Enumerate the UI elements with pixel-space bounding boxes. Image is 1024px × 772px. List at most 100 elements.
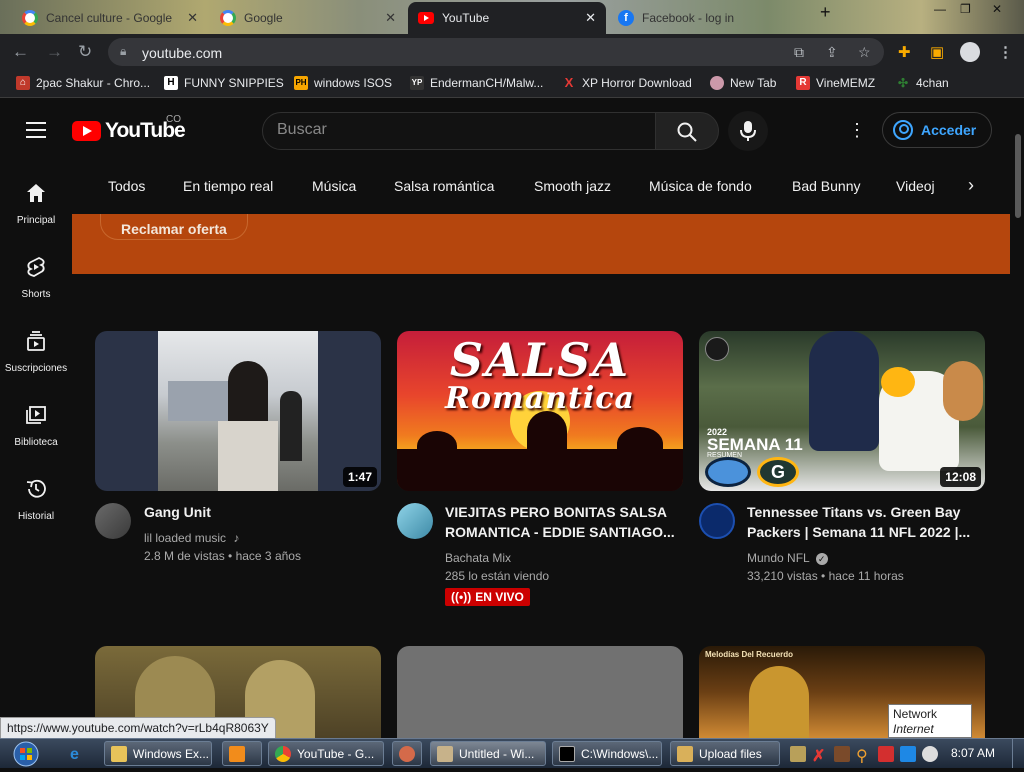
chip-salsa-romantica[interactable]: Salsa romántica bbox=[394, 178, 494, 194]
video-thumbnail-row2-2[interactable] bbox=[397, 646, 683, 738]
address-bar[interactable]: 🔒︎ youtube.com ⧉ ⇪ ☆ bbox=[108, 38, 884, 66]
chip-musica[interactable]: Música bbox=[312, 178, 356, 194]
restore-icon[interactable]: ❐ bbox=[960, 2, 971, 16]
minimize-icon[interactable]: — bbox=[934, 2, 946, 16]
bookmark-vinememz[interactable]: R VineMEMZ bbox=[796, 76, 875, 90]
open-in-new-icon[interactable]: ⧉ bbox=[794, 44, 804, 61]
video-thumbnail-gang-unit[interactable]: 1:47 bbox=[95, 331, 381, 491]
taskbar-media-player[interactable] bbox=[222, 741, 262, 766]
chip-videojuegos[interactable]: Videoj bbox=[896, 178, 935, 194]
volume-icon[interactable] bbox=[922, 745, 938, 762]
channel-name[interactable]: Bachata Mix bbox=[445, 549, 511, 567]
chrome-menu-icon[interactable]: ⋮ bbox=[998, 43, 1013, 61]
channel-avatar[interactable] bbox=[397, 503, 433, 539]
video-thumbnail-salsa-romantica[interactable]: SALSA Romantica bbox=[397, 331, 683, 491]
chip-bad-bunny[interactable]: Bad Bunny bbox=[792, 178, 861, 194]
chip-todos[interactable]: Todos bbox=[108, 178, 145, 194]
extensions-icon[interactable]: ✚ bbox=[898, 43, 911, 61]
bookmark-label: XP Horror Download bbox=[582, 76, 692, 90]
channel-avatar[interactable] bbox=[699, 503, 735, 539]
scrollbar-thumb[interactable] bbox=[1015, 134, 1021, 218]
share-icon[interactable]: ⇪ bbox=[826, 44, 838, 61]
taskbar-paint[interactable] bbox=[392, 741, 422, 766]
globe-icon bbox=[710, 76, 724, 90]
tray-app-icon[interactable] bbox=[790, 745, 806, 762]
guide-menu-icon[interactable] bbox=[26, 122, 46, 138]
tab-label: Facebook - log in bbox=[642, 11, 735, 25]
bookmark-star-icon[interactable]: ☆ bbox=[858, 44, 871, 61]
search-box[interactable] bbox=[262, 112, 656, 150]
reload-icon[interactable]: ↻ bbox=[78, 42, 92, 62]
back-arrow-icon[interactable]: ← bbox=[12, 42, 29, 62]
taskbar-cmd[interactable]: C:\Windows\... bbox=[552, 741, 662, 766]
channel-name-row: lil loaded music ♪ bbox=[144, 529, 239, 547]
guide-label: Shorts bbox=[21, 289, 51, 300]
search-button[interactable] bbox=[655, 112, 719, 150]
tab-cancel-culture[interactable]: Cancel culture - Google ✕ bbox=[12, 2, 208, 34]
guide-item-principal[interactable]: Principal bbox=[0, 172, 72, 242]
network-icon[interactable] bbox=[900, 745, 916, 762]
chip-musica-de-fondo[interactable]: Música de fondo bbox=[649, 178, 752, 194]
taskbar-ie[interactable]: e bbox=[64, 741, 98, 766]
settings-kebab-icon[interactable]: ⋮ bbox=[848, 120, 866, 141]
chip-smooth-jazz[interactable]: Smooth jazz bbox=[534, 178, 611, 194]
start-button[interactable] bbox=[8, 741, 44, 767]
taskbar-upload-files[interactable]: Upload files bbox=[670, 741, 780, 766]
browser-toolbar: ← → ↻ 🔒︎ youtube.com ⧉ ⇪ ☆ ✚ ▣ ⋮ bbox=[0, 34, 1024, 70]
video-stats: 33,210 vistas • hace 11 horas bbox=[747, 569, 904, 583]
paint-icon bbox=[399, 745, 415, 762]
video-title[interactable]: VIEJITAS PERO BONITAS SALSA ROMANTICA - … bbox=[445, 502, 677, 542]
tray-search-icon[interactable]: ⚲ bbox=[856, 746, 872, 765]
bookmark-endermanch[interactable]: YP EndermanCH/Malw... bbox=[410, 76, 543, 90]
bookmark-4chan[interactable]: ✣ 4chan bbox=[896, 76, 949, 90]
channel-name[interactable]: Mundo NFL bbox=[747, 551, 809, 565]
close-icon[interactable]: ✕ bbox=[385, 10, 396, 26]
video-title[interactable]: Tennessee Titans vs. Green Bay Packers |… bbox=[747, 502, 979, 542]
page-scrollbar[interactable] bbox=[1012, 98, 1024, 738]
close-icon[interactable]: ✕ bbox=[585, 10, 596, 26]
address-text[interactable]: youtube.com bbox=[142, 45, 222, 61]
home-icon bbox=[27, 184, 45, 202]
channel-name[interactable]: lil loaded music bbox=[144, 531, 226, 545]
profile-avatar-icon[interactable] bbox=[960, 42, 980, 62]
voice-search-button[interactable] bbox=[728, 111, 768, 151]
chip-en-tiempo-real[interactable]: En tiempo real bbox=[183, 178, 273, 194]
taskbar-paint-untitled[interactable]: Untitled - Wi... bbox=[430, 741, 546, 766]
guide-item-historial[interactable]: Historial bbox=[0, 468, 72, 538]
live-label: EN VIVO bbox=[475, 590, 524, 604]
lock-icon[interactable]: 🔒︎ bbox=[120, 44, 126, 59]
chevron-right-icon[interactable]: › bbox=[968, 175, 974, 196]
tray-tool-icon[interactable] bbox=[834, 745, 850, 762]
video-title[interactable]: Gang Unit bbox=[144, 502, 376, 522]
bookmark-xp-horror[interactable]: X XP Horror Download bbox=[562, 76, 692, 91]
close-icon[interactable]: ✕ bbox=[187, 10, 198, 26]
tab-google[interactable]: Google ✕ bbox=[210, 2, 406, 34]
taskbar-clock[interactable]: 8:07 AM bbox=[951, 746, 995, 760]
tray-flag-icon[interactable] bbox=[878, 745, 894, 762]
bookmark-windows-isos[interactable]: PH windows ISOS bbox=[294, 76, 392, 90]
show-desktop-button[interactable] bbox=[1012, 739, 1024, 768]
bookmark-funny-snippies[interactable]: H FUNNY SNIPPIES bbox=[164, 76, 284, 90]
forward-arrow-icon[interactable]: → bbox=[46, 42, 63, 62]
guide-item-biblioteca[interactable]: Biblioteca bbox=[0, 394, 72, 464]
close-window-icon[interactable]: ✕ bbox=[992, 2, 1002, 16]
tab-facebook[interactable]: f Facebook - log in bbox=[608, 2, 804, 34]
sign-in-button[interactable]: Acceder bbox=[882, 112, 992, 148]
side-panel-icon[interactable]: ▣ bbox=[930, 43, 944, 61]
new-tab-button[interactable]: + bbox=[820, 2, 831, 23]
tooltip-title: Network bbox=[893, 707, 938, 721]
youtube-logo[interactable]: YouTube CO bbox=[72, 114, 186, 143]
search-input[interactable] bbox=[277, 121, 637, 139]
bookmark-new-tab[interactable]: New Tab bbox=[710, 76, 776, 90]
country-code: CO bbox=[166, 114, 181, 125]
guide-item-suscripciones[interactable]: Suscripciones bbox=[0, 320, 72, 390]
tray-x-icon[interactable]: ✗ bbox=[812, 746, 828, 765]
tab-youtube[interactable]: YouTube ✕ bbox=[408, 2, 606, 34]
video-thumbnail-titans-packers[interactable]: 2022 SEMANA 11 RESUMEN G 12:08 bbox=[699, 331, 985, 491]
taskbar-chrome[interactable]: YouTube - G... bbox=[268, 741, 384, 766]
taskbar-windows-explorer[interactable]: Windows Ex... bbox=[104, 741, 212, 766]
claim-offer-button[interactable]: Reclamar oferta bbox=[100, 214, 248, 240]
bookmark-2pac[interactable]: ⌂ 2pac Shakur - Chro... bbox=[16, 76, 150, 90]
channel-avatar[interactable] bbox=[95, 503, 131, 539]
guide-item-shorts[interactable]: Shorts bbox=[0, 246, 72, 316]
